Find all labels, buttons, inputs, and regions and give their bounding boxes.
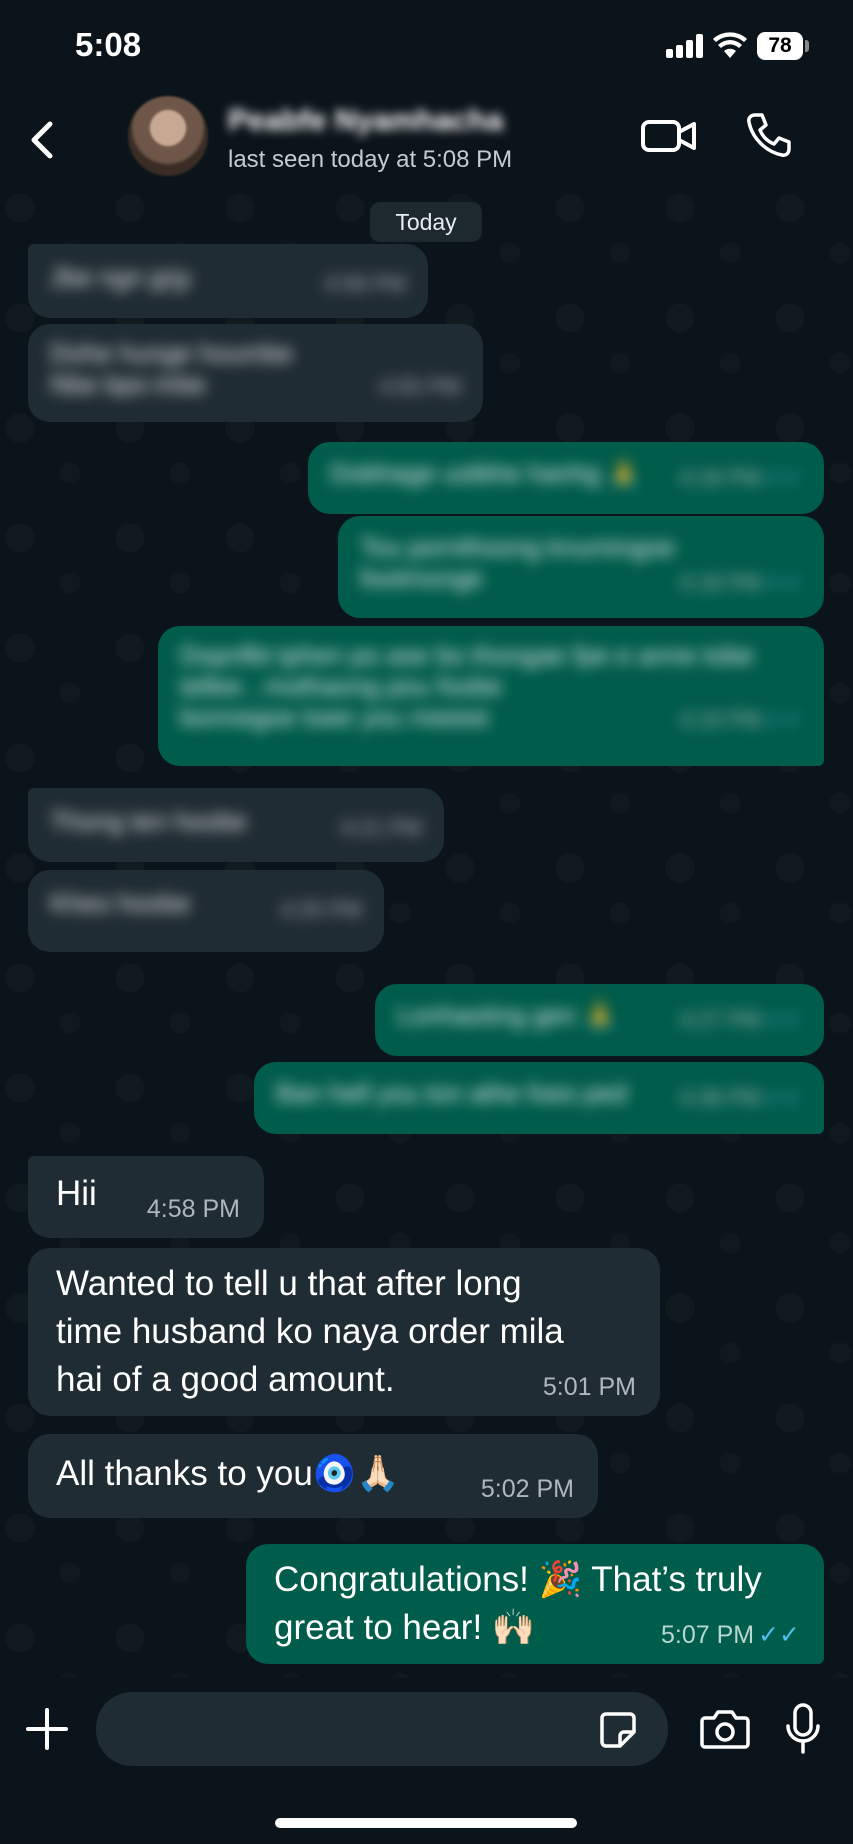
message-time: 4:55 PM <box>379 374 461 399</box>
battery-level: 78 <box>757 32 803 60</box>
chat-header: Peabfe Nyamhacha last seen today at 5:08… <box>0 92 853 188</box>
message-bubble-incoming[interactable]: Hii 4:58 PM <box>28 1156 264 1238</box>
read-receipt-icon: ✓✓ <box>758 1621 800 1649</box>
back-chevron-icon <box>31 121 53 159</box>
message-bubble-blurred[interactable]: Dobhage ustbhe hanhg 🙏 4:18 PM ✓✓ <box>308 442 824 514</box>
message-time: 5:02 PM <box>480 1475 574 1503</box>
message-bubble-blurred[interactable]: Jbe ngn grjy 4:58 PM <box>28 244 428 318</box>
message-text: Dohe hunge houmbe <box>50 338 293 368</box>
wifi-icon <box>712 30 748 60</box>
message-bubble-blurred[interactable]: Thong ten hoobe 4:21 PM <box>28 788 444 862</box>
attach-button[interactable] <box>24 1706 70 1752</box>
message-bubble-outgoing[interactable]: Congratulations! 🎉 That’s truly great to… <box>246 1544 824 1664</box>
message-time: 4:25 PM <box>280 897 362 922</box>
message-time: 4:58 PM <box>324 271 406 296</box>
status-bar: 5:08 78 <box>0 0 853 92</box>
message-bubble-blurred[interactable]: Lonhaoting gen 🙏 4:27 PM ✓✓ <box>375 984 824 1056</box>
message-bubble-blurred[interactable]: Dopnfbt tphen po ase bo thongae fpe e an… <box>158 626 824 766</box>
message-time: 4:27 PM ✓✓ <box>679 1007 802 1032</box>
home-indicator[interactable] <box>275 1818 577 1828</box>
message-bubble-incoming[interactable]: Wanted to tell u that after long time hu… <box>28 1248 660 1416</box>
message-bubble-incoming[interactable]: All thanks to you🧿🙏🏻 5:02 PM <box>28 1434 598 1518</box>
message-text: Tou pornthoong knumingoe <box>360 532 676 562</box>
message-time: 4:21 PM <box>340 815 422 840</box>
message-bubble-blurred[interactable]: Tou pornthoong knumingoe footmonge 4:18 … <box>338 516 824 618</box>
message-text: tellee , mothaong pou foobe <box>180 671 503 701</box>
video-call-button[interactable] <box>640 114 700 158</box>
avatar[interactable] <box>128 96 208 176</box>
message-time: 4:58 PM <box>146 1195 240 1223</box>
message-time: 4:38 PM ✓✓ <box>679 1085 802 1110</box>
plus-icon <box>26 1708 68 1750</box>
message-text: Dopnfbt tphen po ase bo thongae fpe e an… <box>180 640 754 670</box>
message-time: 5:01 PM <box>542 1373 636 1401</box>
message-bubble-blurred[interactable]: Kheo hoobe 4:25 PM <box>28 870 384 952</box>
voice-message-button[interactable] <box>783 1702 823 1756</box>
chat-area[interactable]: Today Jbe ngn grjy 4:58 PM Dohe hunge ho… <box>0 188 853 1678</box>
message-time: 4:19 PM ✓✓ <box>679 707 802 732</box>
mic-icon <box>786 1703 820 1754</box>
camera-button[interactable] <box>700 1708 750 1750</box>
phone-icon <box>747 113 791 157</box>
message-bubble-blurred[interactable]: Dohe hunge houmbe Nbe bpo tnbe 4:55 PM <box>28 324 483 422</box>
camera-icon <box>700 1710 750 1749</box>
message-time: 5:07 PM ✓✓ <box>660 1621 800 1649</box>
last-seen-status: last seen today at 5:08 PM <box>228 146 513 173</box>
message-input[interactable] <box>96 1692 668 1766</box>
sticker-icon <box>600 1712 636 1748</box>
message-time: 4:18 PM ✓✓ <box>679 570 802 595</box>
back-button[interactable] <box>20 110 70 170</box>
composer-bar <box>0 1678 853 1844</box>
message-time: 4:18 PM ✓✓ <box>679 465 802 490</box>
message-bubble-blurred[interactable]: Ban hell you ton athe foes ped 4:38 PM ✓✓ <box>254 1062 824 1134</box>
battery-icon <box>805 40 809 52</box>
contact-name[interactable]: Peabfe Nyamhacha <box>228 104 503 138</box>
status-time: 5:08 <box>75 26 142 63</box>
sticker-button[interactable] <box>598 1710 638 1750</box>
video-call-icon <box>641 120 696 152</box>
voice-call-button[interactable] <box>743 110 793 160</box>
date-chip: Today <box>370 202 482 242</box>
cellular-signal-icon <box>666 34 706 58</box>
